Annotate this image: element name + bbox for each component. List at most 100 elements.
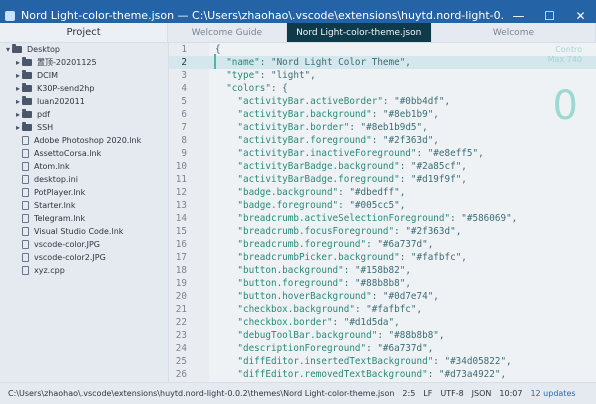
line-number: 14 bbox=[175, 213, 187, 224]
tree-folder-item[interactable]: ▸ DCIM bbox=[0, 69, 168, 82]
code-key: "type" bbox=[215, 70, 260, 81]
tab-welcome[interactable]: Welcome bbox=[431, 23, 596, 42]
chevron-right-icon: ▸ bbox=[15, 71, 20, 80]
tree-file-item[interactable]: Telegram.lnk bbox=[0, 212, 168, 225]
code-line[interactable]: 19 "button.foreground": "#88b8b8", bbox=[169, 277, 596, 290]
tree-file-item[interactable]: Starter.lnk bbox=[0, 199, 168, 212]
code-line[interactable]: 12 "badge.background": "#dbedff", bbox=[169, 186, 596, 199]
code-line[interactable]: 5 "activityBar.activeBorder": "#0bb4df", bbox=[169, 95, 596, 108]
file-icon bbox=[22, 162, 29, 171]
tree-folder-item[interactable]: ▸ luan202011 bbox=[0, 95, 168, 108]
code-value: : "#158b82", bbox=[343, 265, 411, 276]
code-line[interactable]: 23 "debugToolBar.background": "#88b8b8", bbox=[169, 329, 596, 342]
code-line[interactable]: 22 "checkbox.border": "#d1d5da", bbox=[169, 316, 596, 329]
code-value: : "#fafbfc", bbox=[354, 304, 423, 315]
code-line[interactable]: 8 "activityBar.foreground": "#2f363d", bbox=[169, 134, 596, 147]
code-line[interactable]: 26 "diffEditor.removedTextBackground": "… bbox=[169, 368, 596, 381]
status-updates[interactable]: 12 updates bbox=[530, 389, 575, 398]
code-line[interactable]: 11 "activityBarBadge.foreground": "#d19f… bbox=[169, 173, 596, 186]
line-number: 17 bbox=[175, 252, 187, 263]
tab-nord-light-color-theme[interactable]: Nord Light-color-theme.json bbox=[286, 23, 432, 42]
tree-folder-item[interactable]: ▸ K30P-send2hp bbox=[0, 82, 168, 95]
code-value: : "#2f363d", bbox=[394, 226, 462, 237]
code-line[interactable]: 3 "type": "light", bbox=[169, 69, 596, 82]
status-line-ending[interactable]: LF bbox=[423, 389, 432, 398]
tree-file-item[interactable]: Visual Studio Code.lnk bbox=[0, 225, 168, 238]
tree-folder-item[interactable]: ▸ 置顶-20201125 bbox=[0, 56, 168, 69]
file-icon bbox=[22, 240, 29, 249]
folder-icon bbox=[22, 70, 32, 79]
code-line[interactable]: 18 "button.background": "#158b82", bbox=[169, 264, 596, 277]
tree-folder-item[interactable]: ▸ SSH bbox=[0, 121, 168, 134]
code-value: : "#e8eff5", bbox=[416, 148, 484, 159]
code-value: : "#0bb4df", bbox=[382, 96, 451, 107]
code-key: "breadcrumb.focusForeground" bbox=[215, 226, 395, 237]
code-line[interactable]: 9 "activityBar.inactiveForeground": "#e8… bbox=[169, 147, 596, 160]
chevron-right-icon: ▸ bbox=[15, 123, 20, 132]
code-key: "activityBar.inactiveForeground" bbox=[215, 148, 417, 159]
code-line[interactable]: 1{ bbox=[169, 43, 596, 56]
code-line[interactable]: 17 "breadcrumbPicker.background": "#fafb… bbox=[169, 251, 596, 264]
folder-icon bbox=[12, 44, 22, 53]
tab-project[interactable]: Project bbox=[0, 23, 169, 42]
tree-file-label: vscode-color2.JPG bbox=[34, 253, 106, 262]
tree-file-item[interactable]: AssettoCorsa.lnk bbox=[0, 147, 168, 160]
line-number: 1 bbox=[181, 44, 187, 55]
tree-file-item[interactable]: vscode-color2.JPG bbox=[0, 251, 168, 264]
line-number: 15 bbox=[175, 226, 187, 237]
status-cursor-position[interactable]: 2:5 bbox=[402, 389, 415, 398]
tab-bar: Project Welcome Guide Nord Light-color-t… bbox=[0, 23, 596, 43]
code-value: : { bbox=[270, 83, 288, 94]
code-value: : "Nord Light Color Theme", bbox=[259, 57, 411, 68]
code-line[interactable]: 7 "activityBar.border": "#8eb1b9d5", bbox=[169, 121, 596, 134]
code-value: : "#88b8b8", bbox=[377, 330, 445, 341]
line-number: 23 bbox=[175, 330, 187, 341]
code-key: "colors" bbox=[215, 83, 271, 94]
tree-file-label: PotPlayer.lnk bbox=[34, 188, 86, 197]
code-line[interactable]: 16 "breadcrumb.foreground": "#6a737d", bbox=[169, 238, 596, 251]
code-line[interactable]: 14 "breadcrumb.activeSelectionForeground… bbox=[169, 212, 596, 225]
tree-file-label: Atom.lnk bbox=[34, 162, 70, 171]
line-number: 13 bbox=[175, 200, 187, 211]
code-line[interactable]: 6 "activityBar.background": "#8eb1b9", bbox=[169, 108, 596, 121]
code-line[interactable]: 2 "name": "Nord Light Color Theme", bbox=[169, 56, 596, 69]
tree-file-item[interactable]: Adobe Photoshop 2020.lnk bbox=[0, 134, 168, 147]
tree-root-desktop[interactable]: ▾ Desktop bbox=[0, 43, 168, 56]
tree-file-label: xyz.cpp bbox=[34, 266, 65, 275]
status-file-path[interactable]: C:\Users\zhaohao\.vscode\extensions\huyt… bbox=[8, 389, 394, 398]
tree-folder-label: SSH bbox=[37, 123, 54, 132]
cursor-marker bbox=[214, 54, 216, 69]
code-line[interactable]: 4 "colors": { bbox=[169, 82, 596, 95]
line-number: 11 bbox=[175, 174, 187, 185]
tree-file-item[interactable]: PotPlayer.lnk bbox=[0, 186, 168, 199]
tree-folder-item[interactable]: ▸ pdf bbox=[0, 108, 168, 121]
code-line[interactable]: 20 "button.hoverBackground": "#0d7e74", bbox=[169, 290, 596, 303]
code-line[interactable]: 24 "descriptionForeground": "#6a737d", bbox=[169, 342, 596, 355]
code-line[interactable]: 25 "diffEditor.insertedTextBackground": … bbox=[169, 355, 596, 368]
tree-file-item[interactable]: Atom.lnk bbox=[0, 160, 168, 173]
status-grammar[interactable]: JSON bbox=[472, 389, 492, 398]
code-line[interactable]: 13 "badge.foreground": "#005cc5", bbox=[169, 199, 596, 212]
line-number: 12 bbox=[175, 187, 187, 198]
tree-folder-label: 置顶-20201125 bbox=[37, 58, 97, 67]
line-number: 6 bbox=[181, 109, 187, 120]
tree-file-item[interactable]: desktop.ini bbox=[0, 173, 168, 186]
code-line[interactable]: 15 "breadcrumb.focusForeground": "#2f363… bbox=[169, 225, 596, 238]
file-icon bbox=[22, 175, 29, 184]
status-encoding[interactable]: UTF-8 bbox=[440, 389, 463, 398]
tree-file-item[interactable]: xyz.cpp bbox=[0, 264, 168, 277]
chevron-right-icon: ▸ bbox=[15, 58, 20, 67]
tab-welcome-guide[interactable]: Welcome Guide bbox=[168, 23, 287, 42]
code-line[interactable]: 10 "activityBarBadge.background": "#2a85… bbox=[169, 160, 596, 173]
tree-file-label: Starter.lnk bbox=[34, 201, 76, 210]
line-number: 18 bbox=[175, 265, 187, 276]
line-number: 21 bbox=[175, 304, 187, 315]
code-line[interactable]: 21 "checkbox.background": "#fafbfc", bbox=[169, 303, 596, 316]
tree-file-item[interactable]: vscode-color.JPG bbox=[0, 238, 168, 251]
tree-root-label: Desktop bbox=[27, 45, 60, 54]
chevron-down-icon: ▾ bbox=[5, 45, 10, 54]
code-editor[interactable]: 1{2 "name": "Nord Light Color Theme", 3 "… bbox=[169, 43, 596, 382]
tree-file-label: Visual Studio Code.lnk bbox=[34, 227, 124, 236]
file-icon bbox=[22, 227, 29, 236]
code-key: "breadcrumbPicker.background" bbox=[215, 252, 400, 263]
